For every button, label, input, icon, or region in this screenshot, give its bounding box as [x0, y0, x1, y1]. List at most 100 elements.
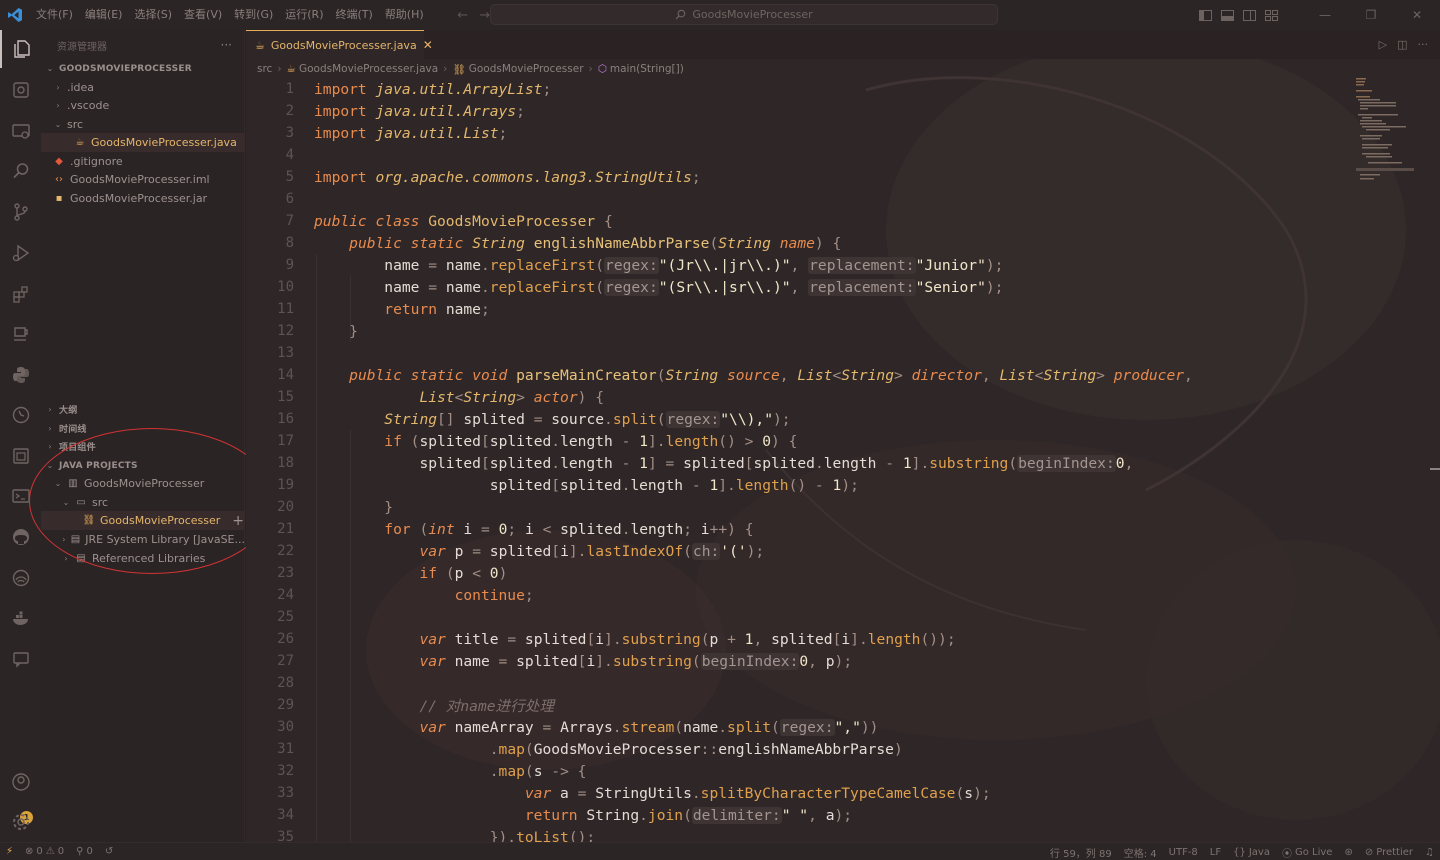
menu-file[interactable]: 文件(F): [30, 0, 79, 30]
remote-explorer-icon[interactable]: [0, 112, 41, 150]
tree-item-label: JRE System Library [JavaSE...: [85, 533, 245, 546]
explorer-more-icon[interactable]: ···: [221, 38, 232, 52]
java-project-item[interactable]: ⌄ ▥ GoodsMovieProcesser: [41, 474, 245, 493]
scrollbar-indicator[interactable]: [1430, 468, 1440, 470]
menu-run[interactable]: 运行(R): [279, 0, 329, 30]
timeline-icon[interactable]: [0, 396, 41, 434]
tree-item-java-file[interactable]: ☕ GoodsMovieProcesser.java: [41, 133, 245, 152]
toggle-secondary-sidebar-icon[interactable]: [1238, 0, 1260, 30]
search-icon: [676, 9, 686, 20]
explorer-header: 资源管理器 ···: [41, 30, 244, 60]
more-actions-icon[interactable]: ···: [1418, 38, 1429, 51]
toggle-panel-icon[interactable]: [1216, 0, 1238, 30]
tree-item-label: .vscode: [67, 99, 110, 112]
extension-pack-icon[interactable]: [0, 71, 41, 109]
restore-icon[interactable]: ❐: [1348, 0, 1394, 30]
section-project-components[interactable]: › 项目组件: [41, 437, 245, 456]
database-icon[interactable]: [0, 559, 41, 597]
tree-item-label: GoodsMovieProcesser: [84, 477, 205, 490]
extensions-icon[interactable]: [0, 275, 41, 313]
indentation-setting[interactable]: 空格: 4: [1118, 845, 1163, 860]
code-line: 29 // 对name进行处理: [277, 697, 554, 715]
section-outline[interactable]: › 大纲: [41, 400, 245, 419]
ports-indicator[interactable]: ⚲ 0: [70, 846, 99, 857]
cursor-position[interactable]: 行 59，列 89: [1044, 845, 1118, 860]
tree-item-label: src: [92, 496, 109, 509]
run-debug-icon[interactable]: [0, 234, 41, 272]
jre-library-item[interactable]: › ▤ JRE System Library [JavaSE...: [41, 530, 245, 549]
tree-item-iml[interactable]: ‹› GoodsMovieProcesser.iml: [41, 170, 245, 189]
close-window-icon[interactable]: ✕: [1394, 0, 1440, 30]
breadcrumb-method[interactable]: main(String[]): [610, 63, 684, 75]
menu-go[interactable]: 转到(G): [228, 0, 279, 30]
split-editor-icon[interactable]: ◫: [1397, 38, 1407, 51]
remote-indicator-icon[interactable]: ⚡: [0, 846, 19, 857]
comments-icon[interactable]: [0, 640, 41, 678]
copilot-icon[interactable]: ⊛: [1338, 847, 1358, 858]
account-icon[interactable]: [0, 763, 41, 801]
menu-selection[interactable]: 选择(S): [128, 0, 178, 30]
tree-item-label: GoodsMovieProcesser.jar: [70, 192, 208, 205]
settings-gear-icon[interactable]: [0, 803, 41, 841]
problems-indicator[interactable]: ⊗ 0 ⚠ 0: [19, 846, 70, 857]
language-mode[interactable]: {} Java: [1227, 847, 1276, 858]
prettier-button[interactable]: ⊘ Prettier: [1359, 847, 1419, 858]
minimize-icon[interactable]: —: [1302, 0, 1348, 30]
docker-icon[interactable]: [0, 599, 41, 637]
go-live-button[interactable]: ⦿ Go Live: [1276, 845, 1338, 860]
python-icon[interactable]: [0, 356, 41, 394]
notifications-bell-icon[interactable]: ♫: [1419, 847, 1440, 858]
menu-view[interactable]: 查看(V): [178, 0, 228, 30]
source-control-icon[interactable]: [0, 193, 41, 231]
java-src-folder[interactable]: ⌄ ▭ src: [41, 493, 245, 512]
chevron-right-icon: ›: [277, 63, 282, 75]
project-folder-header[interactable]: ⌄ GOODSMOVIEPROCESSER: [41, 59, 245, 78]
tab-goodsmovieprocesser-java[interactable]: ☕ GoodsMovieProcesser.java ✕: [246, 30, 433, 59]
add-icon[interactable]: +: [232, 513, 244, 529]
customize-layout-icon[interactable]: [1260, 0, 1282, 30]
breadcrumb-file[interactable]: GoodsMovieProcesser.java: [299, 63, 438, 75]
java-class-item[interactable]: ⛓ GoodsMovieProcesser +: [41, 511, 245, 530]
code-line: 26 var title = splited[i].substring(p + …: [277, 630, 956, 648]
back-arrow-icon[interactable]: ←: [452, 8, 474, 23]
tree-item-gitignore[interactable]: ◆ .gitignore: [41, 152, 245, 171]
chevron-right-icon: ›: [48, 424, 52, 433]
error-icon: ⊗: [25, 846, 34, 857]
breadcrumb-class[interactable]: GoodsMovieProcesser: [469, 63, 584, 75]
minimap[interactable]: [1356, 78, 1428, 188]
class-icon: ⛓: [452, 63, 466, 76]
section-java-projects[interactable]: ⌄ JAVA PROJECTS: [41, 456, 245, 475]
toggle-primary-sidebar-icon[interactable]: [1194, 0, 1216, 30]
encoding-setting[interactable]: UTF-8: [1163, 847, 1204, 858]
code-line: 27 var name = splited[i].substring(begin…: [277, 652, 853, 670]
menu-terminal[interactable]: 终端(T): [330, 0, 379, 30]
code-line: 23 if (p < 0): [277, 564, 508, 582]
tree-item-jar[interactable]: ▪ GoodsMovieProcesser.jar: [41, 189, 245, 208]
menu-edit[interactable]: 编辑(E): [79, 0, 129, 30]
project-manager-icon[interactable]: [0, 437, 41, 475]
referenced-libraries-item[interactable]: › ▤ Referenced Libraries: [41, 549, 245, 568]
code-line: 24 continue;: [277, 586, 534, 604]
tree-item-vscode[interactable]: › .vscode: [41, 96, 245, 115]
explorer-icon[interactable]: [0, 30, 41, 68]
tree-item-idea[interactable]: › .idea: [41, 78, 245, 97]
close-tab-icon[interactable]: ✕: [423, 38, 433, 52]
chevron-right-icon: ›: [56, 83, 60, 92]
breadcrumb-src[interactable]: src: [257, 63, 272, 75]
github-icon[interactable]: [0, 518, 41, 556]
section-timeline[interactable]: › 时间线: [41, 419, 245, 438]
tree-item-src[interactable]: ⌄ src: [41, 115, 245, 134]
command-center-search[interactable]: GoodsMovieProcesser: [490, 4, 998, 25]
code-line: 19 splited[splited.length - 1].length() …: [277, 476, 859, 494]
title-bar: 文件(F) 编辑(E) 选择(S) 查看(V) 转到(G) 运行(R) 终端(T…: [0, 0, 1440, 30]
terminal-icon[interactable]: [0, 477, 41, 515]
code-line: 33 var a = StringUtils.splitByCharacterT…: [277, 784, 991, 802]
menu-help[interactable]: 帮助(H): [379, 0, 430, 30]
testing-icon[interactable]: [0, 315, 41, 353]
history-icon[interactable]: ↺: [99, 846, 119, 857]
eol-setting[interactable]: LF: [1204, 847, 1227, 858]
search-icon[interactable]: [0, 152, 41, 190]
chevron-right-icon: ›: [588, 63, 593, 75]
code-line: 17 if (splited[splited.length - 1].lengt…: [277, 432, 798, 450]
run-icon[interactable]: ▷: [1379, 38, 1387, 51]
